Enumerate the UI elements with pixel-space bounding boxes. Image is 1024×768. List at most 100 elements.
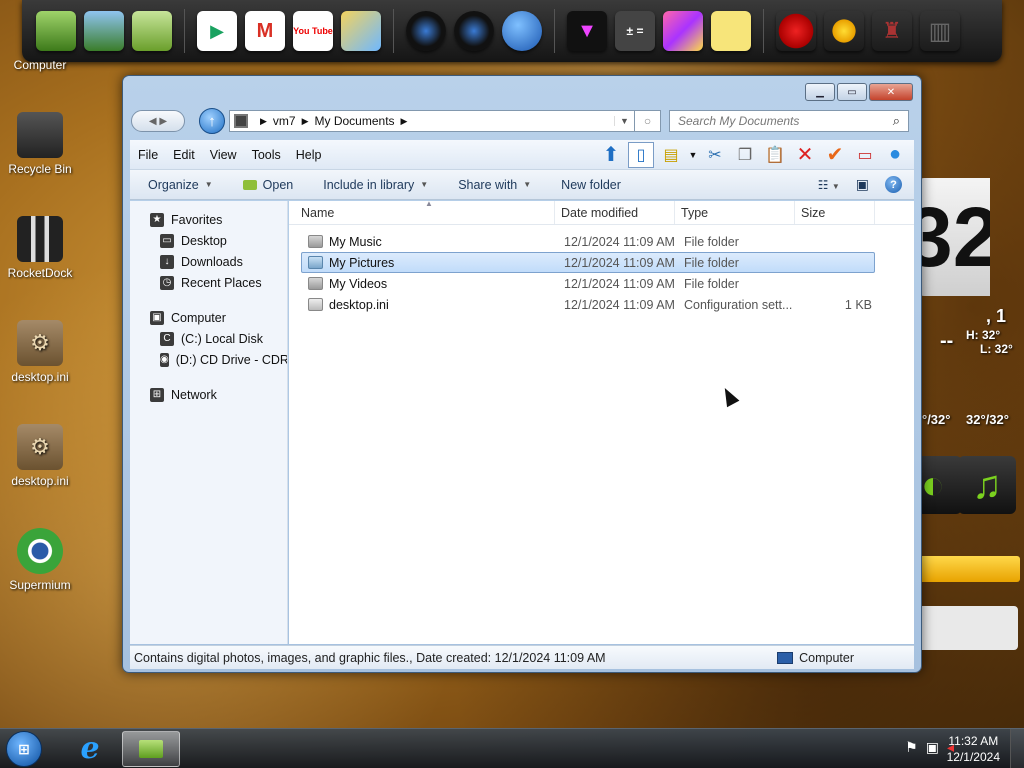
address-bar[interactable]: ▶ vm7 ▶ My Documents ▶ ▼ [229, 110, 635, 132]
nav-desktop[interactable]: ▭ Desktop [130, 230, 287, 251]
chevron-right-icon[interactable]: ▶ [260, 116, 267, 127]
gallery-icon[interactable] [663, 11, 703, 51]
music-widget-icon[interactable]: ♫ [958, 456, 1016, 514]
desktop-icon-desktop-ini-1[interactable]: ⚙ desktop.ini [0, 320, 80, 384]
menu-file[interactable]: File [138, 148, 158, 162]
computer-dock-icon[interactable] [36, 11, 76, 51]
voice-search-widget[interactable] [918, 606, 1018, 650]
close-button[interactable]: ✕ [869, 83, 913, 101]
breadcrumb-my-documents[interactable]: My Documents [315, 114, 395, 128]
organize-button[interactable]: Organize ▼ [148, 178, 213, 192]
column-type[interactable]: Type [675, 201, 795, 224]
search-input[interactable]: Search My Documents ⌕ [669, 110, 909, 132]
preview-pane-icon[interactable]: ▣ [856, 176, 869, 193]
flip-clock-widget: 32 [918, 178, 990, 296]
nav-computer[interactable]: ▣ Computer [130, 307, 287, 328]
refresh-icon[interactable]: ○ [635, 110, 661, 132]
breadcrumb-vm7[interactable]: vm7 [273, 114, 296, 128]
trash-dock-icon[interactable]: ▥ [920, 11, 960, 51]
weather-icon[interactable] [824, 11, 864, 51]
nav-downloads[interactable]: ↓ Downloads [130, 251, 287, 272]
navigation-pane: ★ Favorites ▭ Desktop ↓ Downloads ◷ Rece… [130, 201, 288, 644]
color-triangle-icon[interactable]: ▼ [567, 11, 607, 51]
desktop-icon-recycle-bin[interactable]: Recycle Bin [0, 112, 80, 176]
command-bar: Organize ▼ Open Include in library ▼ Sha… [130, 170, 914, 200]
file-date: 12/1/2024 11:09 AM [564, 297, 675, 312]
network-tray-icon[interactable]: ▣ [926, 739, 939, 756]
change-view-icon[interactable]: ☷ ▼ [818, 178, 840, 192]
camera-icon[interactable] [406, 11, 446, 51]
nav-favorites[interactable]: ★ Favorites [130, 209, 287, 230]
include-in-library-button[interactable]: Include in library ▼ [323, 178, 428, 192]
chevron-right-icon[interactable]: ▶ [302, 116, 309, 127]
desktop-icon-rocketdock[interactable]: RocketDock [0, 216, 80, 280]
views-dropdown-icon[interactable]: ▼ [688, 142, 698, 168]
new-folder-button[interactable]: New folder [561, 178, 621, 192]
star-icon: ★ [150, 212, 164, 227]
properties-icon[interactable]: ▭ [852, 142, 878, 168]
start-button[interactable]: ⊞ [6, 731, 42, 767]
column-name[interactable]: Name [289, 201, 555, 224]
command-bar-right: ☷ ▼ ▣ ? [818, 176, 914, 193]
nav-cd-drive-label: (D:) CD Drive - CDROM [175, 352, 287, 367]
file-name: My Music [329, 234, 382, 249]
gmail-icon[interactable]: M [245, 11, 285, 51]
sticky-notes-icon[interactable] [711, 11, 751, 51]
address-dropdown-icon[interactable]: ▼ [614, 116, 634, 126]
clock-date: 12/1/2024 [946, 750, 1000, 764]
delete-icon[interactable]: ✕ [792, 142, 818, 168]
up-arrow-icon[interactable]: ↑ [199, 108, 225, 134]
minimize-button[interactable]: ▁ [805, 83, 835, 101]
column-size[interactable]: Size [795, 201, 875, 224]
copy-icon[interactable]: ❐ [732, 142, 758, 168]
file-row[interactable]: My Videos 12/1/2024 11:09 AM File folder [301, 273, 875, 294]
speaker-icon[interactable] [454, 11, 494, 51]
mouse-cursor-icon [718, 384, 740, 408]
file-row-selected[interactable]: My Pictures 12/1/2024 11:09 AM File fold… [301, 252, 875, 273]
open-button[interactable]: Open [242, 178, 293, 192]
computer-icon: ▣ [150, 310, 164, 325]
nav-network[interactable]: ⊞ Network [130, 384, 287, 405]
show-desktop-button[interactable] [1010, 729, 1024, 768]
youtube-icon[interactable]: You Tube [293, 11, 333, 51]
dock-separator [393, 9, 394, 53]
menu-help[interactable]: Help [296, 148, 322, 162]
flag-icon[interactable]: ⚑ [905, 739, 918, 756]
up-folder-icon[interactable]: ⬆ [598, 142, 624, 168]
nav-recent-places[interactable]: ◷ Recent Places [130, 272, 287, 293]
folder-dock-icon[interactable] [132, 11, 172, 51]
menu-tools[interactable]: Tools [252, 148, 281, 162]
calculator-icon[interactable]: ± = [615, 11, 655, 51]
folders-pane-icon[interactable]: ▯ [628, 141, 654, 168]
angry-birds-icon[interactable] [776, 11, 816, 51]
play-store-icon[interactable]: ▶ [197, 11, 237, 51]
nav-local-disk[interactable]: C (C:) Local Disk [130, 328, 287, 349]
desktop-icon-supermium[interactable]: Supermium [0, 528, 80, 592]
maximize-button[interactable]: ▭ [837, 83, 867, 101]
file-row[interactable]: desktop.ini 12/1/2024 11:09 AM Configura… [301, 294, 875, 315]
menu-view[interactable]: View [210, 148, 237, 162]
android-icon[interactable]: ♜ [872, 11, 912, 51]
taskbar-explorer-button[interactable] [122, 731, 180, 767]
menu-edit[interactable]: Edit [173, 148, 195, 162]
network-dock-icon[interactable] [84, 11, 124, 51]
share-with-button[interactable]: Share with ▼ [458, 178, 531, 192]
search-icon[interactable]: ⌕ [893, 113, 900, 129]
views-icon[interactable]: ▤ [658, 142, 684, 168]
check-icon[interactable]: ✔ [822, 142, 848, 168]
paste-icon[interactable]: 📋 [762, 142, 788, 168]
cut-icon[interactable]: ✂ [702, 142, 728, 168]
nav-cd-drive[interactable]: ◉ (D:) CD Drive - CDROM [130, 349, 287, 370]
internet-explorer-icon[interactable]: e [74, 733, 106, 765]
desktop-icon-computer[interactable]: Computer [0, 58, 80, 72]
browser-globe-icon[interactable] [502, 11, 542, 51]
help-icon[interactable]: ? [885, 176, 902, 193]
column-date-modified[interactable]: Date modified [555, 201, 675, 224]
taskbar-clock[interactable]: 11:32 AM 12/1/2024 [947, 733, 1000, 765]
file-row[interactable]: My Music 12/1/2024 11:09 AM File folder [301, 231, 875, 252]
maps-icon[interactable] [341, 11, 381, 51]
chevron-right-icon[interactable]: ▶ [401, 116, 408, 127]
globe-icon[interactable]: ● [882, 142, 908, 168]
desktop-icon-desktop-ini-2[interactable]: ⚙ desktop.ini [0, 424, 80, 488]
back-forward-buttons[interactable]: ◀ ▶ [131, 110, 185, 132]
